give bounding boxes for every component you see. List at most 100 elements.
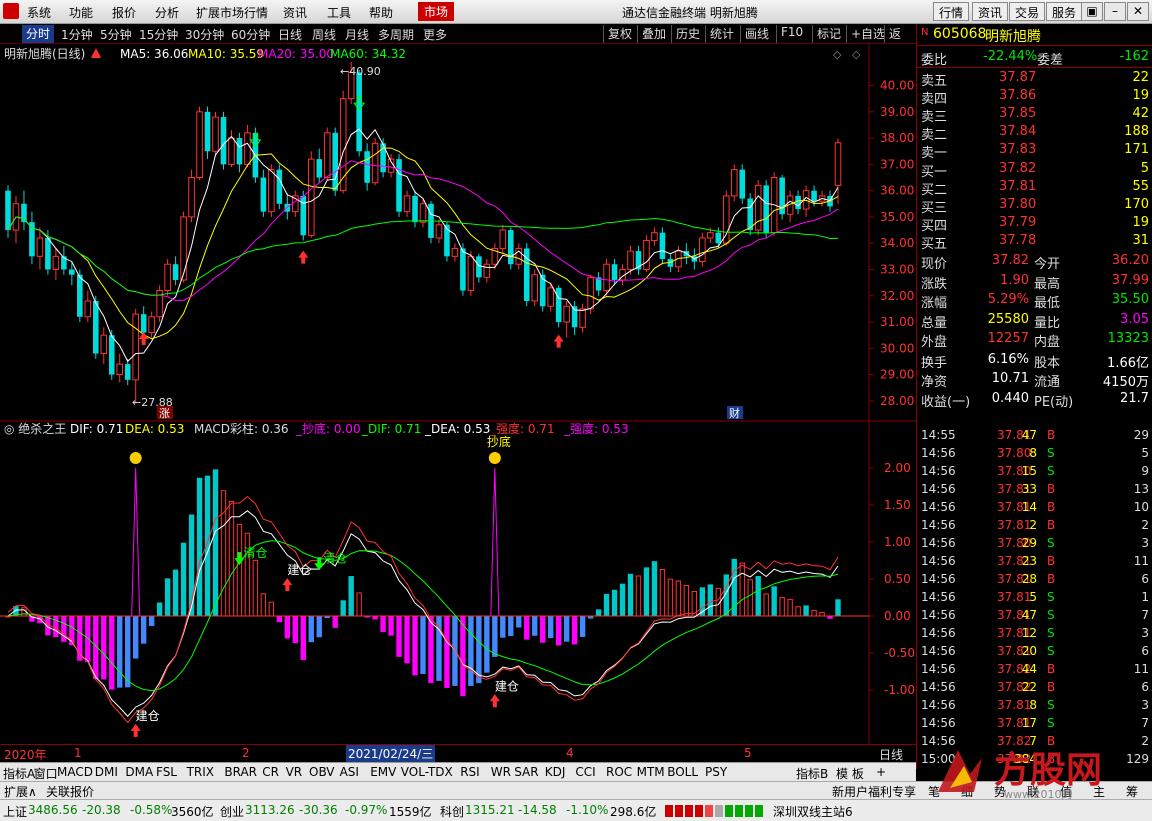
close-icon[interactable]: ✕ xyxy=(1127,2,1149,21)
indicator-right-button[interactable]: 指标B xyxy=(796,765,828,782)
indicator-tab[interactable]: CR xyxy=(262,765,279,779)
level-price: 37.86 xyxy=(999,88,1037,103)
expand-button[interactable]: 扩展∧ xyxy=(4,783,37,800)
menu-item-quote[interactable]: 报价 xyxy=(112,4,136,21)
tick-time: 14:56 xyxy=(921,446,956,460)
menu-item-news[interactable]: 资讯 xyxy=(283,4,307,21)
indicator-tab[interactable]: PSY xyxy=(705,765,727,779)
indicator-tab[interactable]: FSL xyxy=(156,765,177,779)
cai-badge[interactable]: 财 xyxy=(729,406,740,420)
skin-icon[interactable]: ▣ xyxy=(1081,2,1103,21)
btn-service[interactable]: 服务 xyxy=(1046,2,1083,21)
btn-stats[interactable]: 统计 xyxy=(705,25,738,43)
tab-monthly[interactable]: 月线 xyxy=(345,26,369,43)
indicator-tab[interactable]: CCI xyxy=(575,765,595,779)
kline-chart[interactable]: 抄底建仓建仓建仓清仓 清仓 40.0039.0038.0037.0036.0035… xyxy=(0,44,916,744)
tab-5min[interactable]: 5分钟 xyxy=(100,26,132,43)
indicator-tab[interactable]: TRIX xyxy=(187,765,214,779)
sell-level-row[interactable]: 卖四 37.86 19 xyxy=(917,87,1152,107)
indicator-tab[interactable]: KDJ xyxy=(545,765,566,779)
quote-bottom-tab[interactable]: 值 xyxy=(1060,783,1072,800)
btn-mark[interactable]: 标记 xyxy=(812,25,845,43)
promo-link[interactable]: 新用户福利专享 xyxy=(832,783,916,800)
btn-trade[interactable]: 交易 xyxy=(1009,2,1046,21)
app-logo-icon[interactable] xyxy=(3,3,19,19)
server-line[interactable]: 深圳双线主站6 xyxy=(773,803,853,820)
btn-f10[interactable]: F10 xyxy=(776,25,807,43)
sell-level-row[interactable]: 卖五 37.87 22 xyxy=(917,69,1152,89)
btn-fuquan[interactable]: 复权 xyxy=(603,25,636,43)
menu-item-system[interactable]: 系统 xyxy=(27,4,51,21)
menu-item-ext-market[interactable]: 扩展市场行情 xyxy=(196,4,268,21)
quote-bottom-tab[interactable]: 联 xyxy=(1027,783,1039,800)
indicator-right-button[interactable]: 模 板 xyxy=(836,765,864,782)
buy-level-row[interactable]: 买四 37.79 19 xyxy=(917,214,1152,234)
tab-multi-period[interactable]: 多周期 xyxy=(378,26,414,43)
quote-bottom-tab[interactable]: 笔 xyxy=(928,783,940,800)
price-tick-label: 34.00 xyxy=(880,236,914,250)
tab-more[interactable]: 更多 xyxy=(423,26,447,43)
indicator-tab[interactable]: ROC xyxy=(606,765,632,779)
zoom-diamond-icon[interactable]: ◇ xyxy=(833,48,842,61)
sell-level-row[interactable]: 卖二 37.84 188 xyxy=(917,123,1152,143)
buy-level-row[interactable]: 买一 37.82 5 xyxy=(917,160,1152,180)
tick-volume: 2 xyxy=(1029,518,1037,532)
btn-market-quote[interactable]: 行情 xyxy=(933,2,970,21)
menu-item-function[interactable]: 功能 xyxy=(69,4,93,21)
btn-add-watch[interactable]: +自选 xyxy=(846,25,889,43)
quote-bottom-tab[interactable]: 主 xyxy=(1093,783,1105,800)
btn-draw[interactable]: 画线 xyxy=(740,25,773,43)
tab-fenshi[interactable]: 分时 xyxy=(22,25,55,43)
tick-direction: B xyxy=(1047,518,1056,532)
quote-bottom-tab[interactable]: 势 xyxy=(994,783,1006,800)
macd-bar xyxy=(300,615,306,661)
indicator-tab[interactable]: OBV xyxy=(309,765,335,779)
menu-item-analysis[interactable]: 分析 xyxy=(155,4,179,21)
quote-bottom-tab[interactable]: 细 xyxy=(961,783,973,800)
settings-diamond-icon[interactable]: ◇ xyxy=(852,48,861,61)
indicator-tab[interactable]: VOL-TDX xyxy=(401,765,453,779)
tab-daily[interactable]: 日线 xyxy=(278,26,302,43)
indicator-tab[interactable]: BRAR xyxy=(224,765,257,779)
indicator-tab[interactable]: SAR xyxy=(514,765,538,779)
indicator-tab[interactable]: RSI xyxy=(460,765,480,779)
indicator-tab[interactable]: MACD xyxy=(57,765,93,779)
sell-level-row[interactable]: 卖一 37.83 171 xyxy=(917,141,1152,161)
menu-item-market[interactable]: 市场 xyxy=(418,2,455,21)
indicator-tab[interactable]: EMV xyxy=(370,765,396,779)
menu-item-help[interactable]: 帮助 xyxy=(369,4,393,21)
menu-item-tools[interactable]: 工具 xyxy=(327,4,351,21)
indicator-tab[interactable]: 指标A xyxy=(3,765,35,782)
indicator-tab[interactable]: MTM xyxy=(637,765,665,779)
sell-level-row[interactable]: 卖三 37.85 42 xyxy=(917,105,1152,125)
indicator-right-button[interactable]: + xyxy=(876,765,886,779)
weicha-label: 委差 xyxy=(1037,53,1064,68)
indicator-tab[interactable]: VR xyxy=(286,765,303,779)
tab-1min[interactable]: 1分钟 xyxy=(61,26,93,43)
related-quote-button[interactable]: 关联报价 xyxy=(46,783,94,800)
btn-back[interactable]: 返回 xyxy=(884,25,916,58)
minimize-icon[interactable]: – xyxy=(1104,2,1126,21)
indicator-tab[interactable]: DMI xyxy=(95,765,118,779)
buy-level-row[interactable]: 买三 37.80 170 xyxy=(917,196,1152,216)
tab-60min[interactable]: 60分钟 xyxy=(231,26,270,43)
indicator-tab[interactable]: ASI xyxy=(340,765,359,779)
quote-bottom-tab[interactable]: 筹 xyxy=(1126,783,1138,800)
btn-history[interactable]: 历史 xyxy=(671,25,704,43)
indicator-tab[interactable]: BOLL xyxy=(667,765,698,779)
tab-weekly[interactable]: 周线 xyxy=(312,26,336,43)
buy-level-row[interactable]: 买二 37.81 55 xyxy=(917,178,1152,198)
btn-overlay[interactable]: 叠加 xyxy=(637,25,670,43)
tab-15min[interactable]: 15分钟 xyxy=(139,26,178,43)
indicator-tab[interactable]: WR xyxy=(491,765,511,779)
cursor-date-label: 2021/02/24/三 xyxy=(346,745,436,762)
tick-time: 14:56 xyxy=(921,716,956,730)
zhang-badge[interactable]: 涨 xyxy=(159,407,170,420)
tick-volume: 17 xyxy=(1021,716,1037,730)
macd-bar xyxy=(380,615,386,633)
buy-level-row[interactable]: 买五 37.78 31 xyxy=(917,232,1152,252)
indicator-tab[interactable]: DMA xyxy=(125,765,153,779)
btn-news[interactable]: 资讯 xyxy=(972,2,1009,21)
indicator-tab[interactable]: 窗口 xyxy=(34,765,58,782)
tab-30min[interactable]: 30分钟 xyxy=(185,26,224,43)
